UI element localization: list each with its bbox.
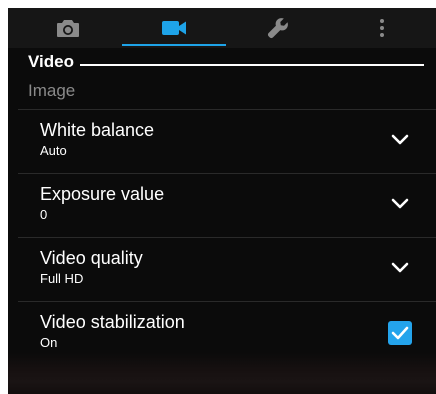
active-tab-indicator [122, 44, 226, 46]
more-vert-icon [380, 19, 384, 37]
chevron-down-icon[interactable] [390, 132, 410, 148]
background-preview [8, 353, 436, 394]
settings-screen: Video Image White balance Auto Exposure … [8, 8, 436, 394]
chevron-down-icon[interactable] [390, 196, 410, 212]
camera-icon [57, 20, 79, 37]
tab-camera[interactable] [16, 8, 120, 48]
tab-video[interactable] [122, 8, 226, 48]
wrench-icon [267, 18, 288, 39]
chevron-down-icon[interactable] [390, 260, 410, 276]
settings-panel: Video Image White balance Auto Exposure … [8, 8, 436, 394]
tab-more[interactable] [330, 8, 434, 48]
section-title: Video [28, 52, 74, 71]
setting-value: Full HD [40, 271, 84, 286]
setting-title: Video stabilization [40, 312, 185, 332]
stabilization-checkbox[interactable] [388, 321, 412, 345]
setting-video-quality[interactable]: Video quality Full HD [18, 238, 436, 302]
video-camera-icon [162, 21, 186, 35]
section-divider [80, 64, 424, 66]
checkmark-icon [391, 326, 409, 340]
setting-title: Video quality [40, 248, 143, 268]
tab-tools[interactable] [226, 8, 330, 48]
setting-white-balance[interactable]: White balance Auto [18, 110, 436, 174]
setting-value: Auto [40, 143, 67, 158]
setting-title: White balance [40, 120, 155, 140]
setting-exposure-value[interactable]: Exposure value 0 [18, 174, 436, 238]
category-label: Image [28, 81, 76, 100]
setting-value: On [40, 335, 58, 350]
setting-value: 0 [40, 207, 48, 222]
tab-bar [8, 8, 436, 48]
setting-title: Exposure value [40, 184, 165, 204]
